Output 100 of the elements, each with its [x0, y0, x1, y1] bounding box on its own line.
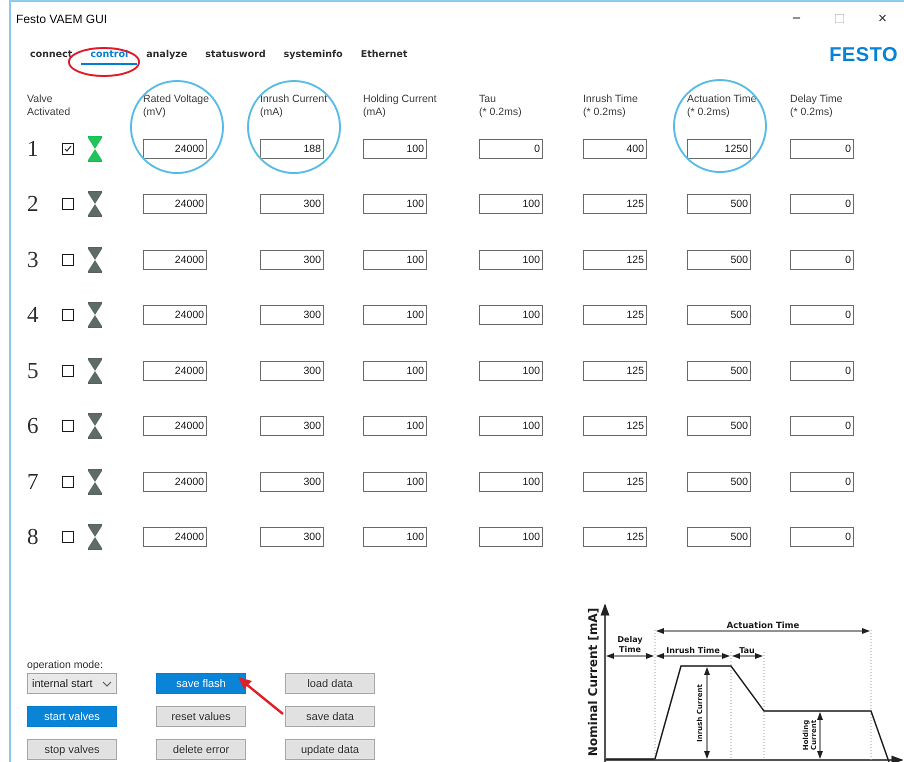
- value-field[interactable]: 100: [479, 360, 543, 381]
- value-field[interactable]: 24000: [143, 360, 207, 381]
- diagram-label: Delay: [617, 635, 643, 644]
- diagram-label: Tau: [739, 646, 755, 655]
- action-button[interactable]: save flash: [156, 673, 246, 694]
- value-field[interactable]: 500: [687, 416, 751, 436]
- row-number: 4: [27, 302, 38, 328]
- value-field[interactable]: 24000: [143, 194, 207, 214]
- value-field[interactable]: 400: [583, 138, 647, 159]
- value-field[interactable]: 125: [583, 527, 647, 548]
- checkbox[interactable]: [62, 142, 74, 155]
- checkbox[interactable]: [62, 364, 74, 377]
- value-field[interactable]: 300: [260, 305, 324, 326]
- diagram-label: Actuation Time: [726, 621, 800, 631]
- column-header: Actuation Time (* 0.2ms): [687, 93, 758, 120]
- action-button[interactable]: update data: [285, 739, 375, 760]
- tab[interactable]: connect: [21, 45, 82, 65]
- tab[interactable]: systeminfo: [274, 45, 352, 65]
- action-button[interactable]: save data: [285, 706, 375, 727]
- checkbox[interactable]: [62, 198, 74, 210]
- checkbox[interactable]: [62, 309, 74, 322]
- column-header: Inrush Current (mA): [260, 93, 328, 120]
- column-header: Delay Time (* 0.2ms): [790, 93, 844, 120]
- value-field[interactable]: 500: [687, 250, 751, 270]
- value-field[interactable]: 100: [479, 305, 543, 326]
- value-field[interactable]: 100: [363, 416, 427, 436]
- row-number: 5: [27, 358, 38, 384]
- row-number: 7: [27, 468, 38, 495]
- value-field[interactable]: 300: [260, 250, 324, 270]
- value-field[interactable]: 0: [790, 360, 854, 381]
- value-field[interactable]: 0: [790, 194, 854, 214]
- value-field[interactable]: 100: [363, 472, 427, 492]
- value-field[interactable]: 125: [583, 472, 647, 492]
- action-button[interactable]: load data: [285, 673, 375, 694]
- value-field[interactable]: 300: [260, 194, 324, 214]
- value-field[interactable]: 100: [363, 360, 427, 381]
- value-field[interactable]: 0: [479, 138, 543, 159]
- value-field[interactable]: 0: [790, 527, 854, 548]
- value-field[interactable]: 100: [363, 305, 427, 326]
- value-field[interactable]: 100: [479, 416, 543, 436]
- diagram-label: Time: [619, 645, 641, 654]
- tab[interactable]: analyze: [137, 45, 196, 65]
- value-field[interactable]: 24000: [143, 472, 207, 492]
- value-field[interactable]: 300: [260, 360, 324, 381]
- value-field[interactable]: 100: [363, 527, 427, 548]
- value-field[interactable]: 24000: [143, 416, 207, 436]
- action-button[interactable]: delete error: [156, 739, 246, 760]
- action-button[interactable]: start valves: [27, 706, 117, 727]
- value-field[interactable]: 500: [687, 194, 751, 214]
- value-field[interactable]: 100: [363, 138, 427, 159]
- value-field[interactable]: 0: [790, 416, 854, 436]
- tab[interactable]: control: [81, 45, 138, 65]
- value-field[interactable]: 0: [790, 138, 854, 159]
- axis-label: Nominal Current [mA]: [586, 608, 600, 756]
- checkbox[interactable]: [62, 476, 74, 488]
- column-header: Tau (* 0.2ms): [479, 93, 523, 120]
- value-field[interactable]: 24000: [143, 527, 207, 548]
- value-field[interactable]: 0: [790, 250, 854, 270]
- row-number: 6: [27, 413, 38, 440]
- minimize-button[interactable]: −: [775, 10, 818, 27]
- action-button[interactable]: stop valves: [27, 739, 117, 760]
- value-field[interactable]: 500: [687, 305, 751, 326]
- mode-dropdown[interactable]: internal start: [27, 673, 117, 694]
- check-icon: [64, 144, 72, 153]
- value-field[interactable]: 500: [687, 472, 751, 492]
- value-field[interactable]: 500: [687, 360, 751, 381]
- value-field[interactable]: 125: [583, 360, 647, 381]
- value-field[interactable]: 500: [687, 527, 751, 548]
- value-field[interactable]: 300: [260, 472, 324, 492]
- value-field[interactable]: 100: [479, 527, 543, 548]
- checkbox[interactable]: [62, 420, 74, 432]
- value-field[interactable]: 125: [583, 305, 647, 326]
- value-field[interactable]: 100: [479, 472, 543, 492]
- value-field[interactable]: 100: [479, 250, 543, 270]
- value-field[interactable]: 125: [583, 416, 647, 436]
- value-field[interactable]: 24000: [143, 250, 207, 270]
- chevron-icon: [102, 680, 112, 686]
- value-field[interactable]: 24000: [143, 138, 207, 159]
- value-field[interactable]: 125: [583, 194, 647, 214]
- annotation-arrow: [238, 677, 284, 715]
- value-field[interactable]: 125: [583, 250, 647, 270]
- tab[interactable]: Ethernet: [352, 45, 416, 65]
- value-field[interactable]: 0: [790, 305, 854, 326]
- row-number: 2: [27, 191, 38, 218]
- value-field[interactable]: 100: [363, 194, 427, 214]
- value-field[interactable]: 100: [479, 194, 543, 214]
- value-field[interactable]: 100: [363, 250, 427, 270]
- row-number: 8: [27, 524, 38, 550]
- close-button[interactable]: ×: [861, 10, 904, 27]
- value-field[interactable]: 1250: [687, 138, 751, 159]
- action-button[interactable]: reset values: [156, 706, 246, 727]
- mode-label: operation mode:: [27, 659, 104, 671]
- checkbox[interactable]: [62, 254, 74, 266]
- value-field[interactable]: 24000: [143, 305, 207, 326]
- value-field[interactable]: 188: [260, 138, 324, 159]
- value-field[interactable]: 0: [790, 472, 854, 492]
- value-field[interactable]: 300: [260, 416, 324, 436]
- tab[interactable]: statusword: [196, 45, 275, 65]
- checkbox[interactable]: [62, 531, 74, 544]
- value-field[interactable]: 300: [260, 527, 324, 548]
